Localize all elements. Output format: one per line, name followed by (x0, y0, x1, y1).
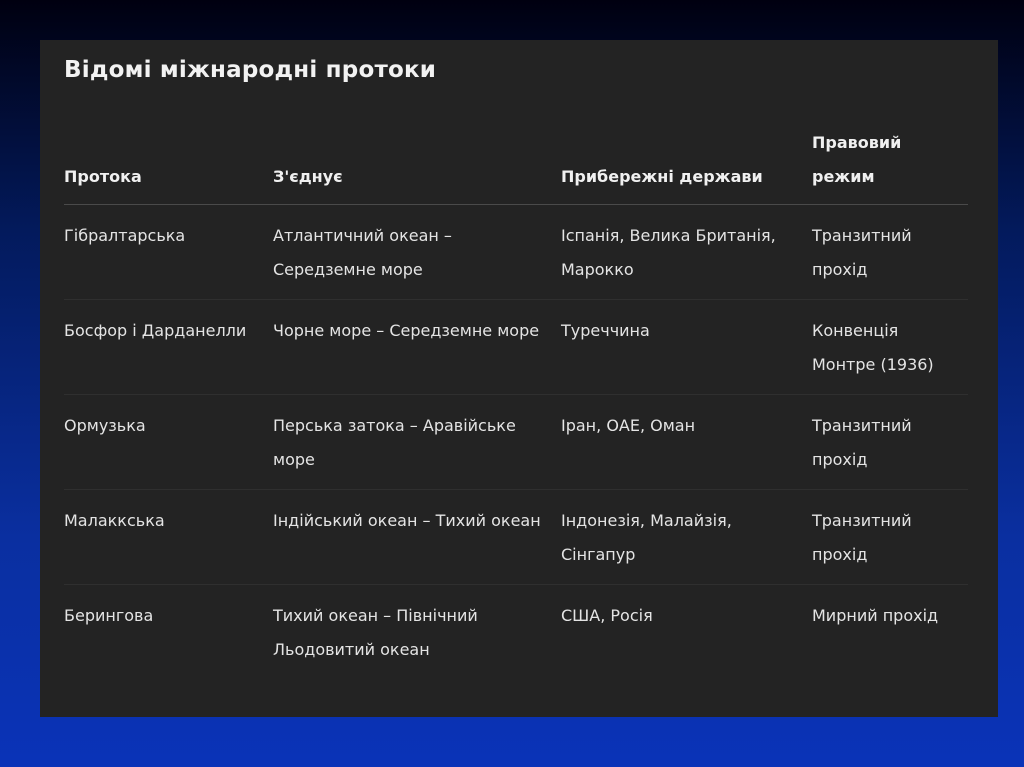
cell-connects: Перська затока – Аравійське море (273, 394, 561, 490)
header-coastal-states: Прибережні держави (561, 118, 812, 205)
table-row: Гібралтарська Атлантичний океан – Середз… (64, 204, 968, 300)
slide-title: Відомі міжнародні протоки (64, 57, 437, 83)
content-panel: Відомі міжнародні протоки Протока З'єдну… (40, 40, 998, 717)
straits-table: Протока З'єднує Прибережні держави Право… (64, 118, 968, 679)
cell-coastal-states: Туреччина (561, 299, 812, 395)
table-row: Берингова Тихий океан – Північний Льодов… (64, 585, 968, 680)
cell-coastal-states: США, Росія (561, 606, 653, 625)
cell-strait: Гібралтарська (64, 204, 273, 300)
cell-connects: Тихий океан – Північний Льодовитий океан (273, 606, 478, 659)
cell-coastal-states: Іран, ОАЕ, Оман (561, 394, 812, 490)
table-header-row: Протока З'єднує Прибережні держави Право… (64, 118, 968, 205)
cell-strait: Босфор і Дарданелли (64, 299, 273, 395)
table-row: Босфор і Дарданелли Чорне море – Середзе… (64, 299, 968, 395)
table-row: Малаккська Індійський океан – Тихий океа… (64, 489, 968, 585)
cell-strait: Ормузька (64, 394, 273, 490)
cell-strait: Малаккська (64, 489, 273, 585)
cell-connects: Індійський океан – Тихий океан (273, 489, 561, 585)
cell-coastal-states: Іспанія, Велика Британія, Марокко (561, 204, 812, 300)
cell-connects: Чорне море – Середземне море (273, 299, 561, 395)
cell-strait: Берингова (64, 606, 154, 625)
header-strait: Протока (64, 118, 273, 205)
cell-legal-regime: Мирний прохід (812, 606, 939, 625)
cell-coastal-states: Індонезія, Малайзія, Сінгапур (561, 489, 812, 585)
cell-legal-regime: Конвенція Монтре (1936) (812, 299, 968, 395)
table-row: Ормузька Перська затока – Аравійське мор… (64, 394, 968, 490)
header-connects: З'єднує (273, 118, 561, 205)
cell-connects: Атлантичний океан – Середземне море (273, 204, 561, 300)
cell-legal-regime: Транзитний прохід (812, 204, 968, 300)
header-legal-regime: Правовий режим (812, 118, 968, 205)
cell-legal-regime: Транзитний прохід (812, 394, 968, 490)
cell-legal-regime: Транзитний прохід (812, 489, 968, 585)
